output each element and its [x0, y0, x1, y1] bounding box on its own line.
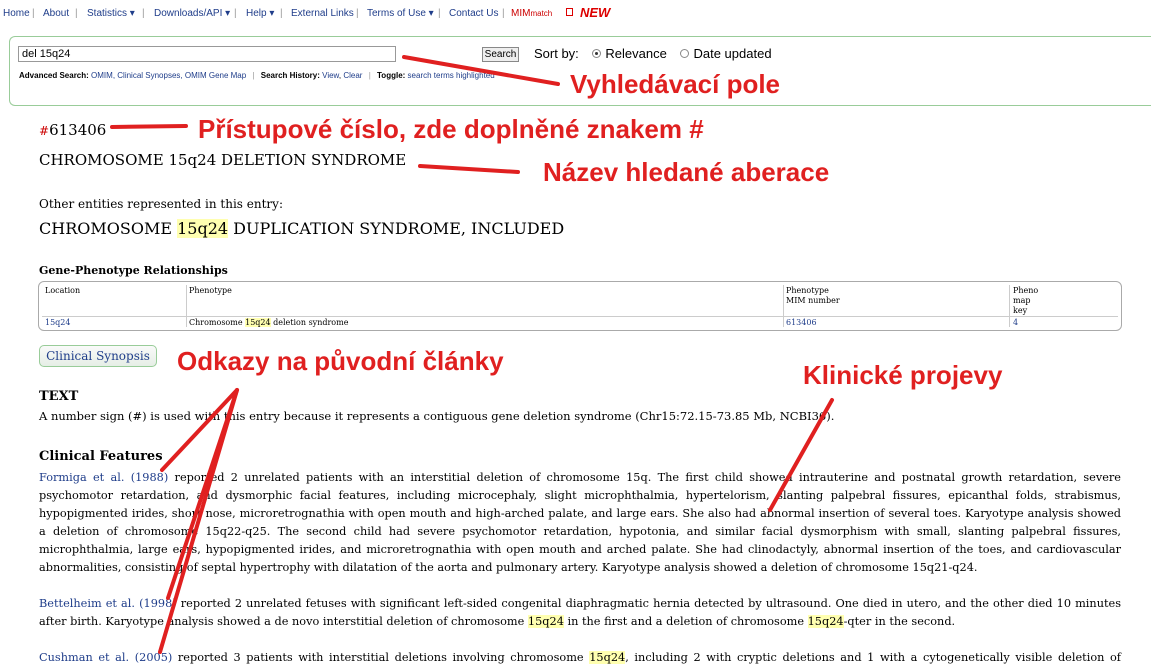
sort-relevance-radio[interactable]: [592, 49, 602, 58]
advanced-search-bar: Advanced Search: OMIM, Clinical Synopses…: [19, 71, 495, 80]
col-location: Location: [45, 286, 81, 295]
column-divider: [783, 285, 784, 327]
gene-phenotype-heading: Gene-Phenotype Relationships: [39, 264, 228, 277]
clinical-features-heading: Clinical Features: [39, 449, 163, 464]
nav-about[interactable]: About: [43, 8, 69, 19]
sort-by: Sort by: Relevance Date updated: [534, 46, 772, 61]
nav-separator: |: [142, 8, 145, 19]
col-key-line1: Pheno: [1013, 286, 1039, 295]
search-highlight: 15q24: [527, 615, 564, 628]
nav-statistics[interactable]: Statistics ▾: [87, 8, 135, 19]
toggle-label: Toggle:: [377, 71, 406, 80]
history-clear-link[interactable]: Clear: [343, 71, 362, 80]
new-badge: NEW: [580, 5, 611, 20]
col-mim-number: Phenotype MIM number: [786, 286, 840, 306]
arrow-ref-1: [160, 388, 239, 472]
col-pheno-key: Pheno map key: [1013, 286, 1038, 316]
other-entities-label: Other entities represented in this entry…: [39, 197, 283, 211]
clinical-paragraph-3: Cushman et al. (2005) reported 3 patient…: [39, 649, 1121, 667]
entry-title: CHROMOSOME 15q24 DELETION SYNDROME: [39, 151, 407, 169]
paragraph-text: in the first and a deletion of chromosom…: [563, 615, 808, 628]
search-highlight: 15q24: [245, 318, 271, 327]
mimmatch-small: match: [530, 9, 553, 18]
nav-home[interactable]: Home: [3, 8, 30, 19]
included-pre: CHROMOSOME: [39, 219, 178, 238]
nav-contact[interactable]: Contact Us: [449, 8, 498, 19]
reference-link[interactable]: Bettelheim et al. (1998): [39, 597, 177, 610]
clinical-paragraph-2: Bettelheim et al. (1998) reported 2 unre…: [39, 595, 1121, 631]
gene-phenotype-table: Location Phenotype Phenotype MIM number P…: [38, 281, 1122, 331]
advanced-label: Advanced Search:: [19, 71, 89, 80]
col-key-line3: key: [1013, 306, 1028, 315]
top-navigation: Home | About | Statistics ▾ | Downloads/…: [0, 5, 1151, 23]
search-input[interactable]: [18, 46, 396, 62]
nav-terms[interactable]: Terms of Use ▾: [367, 8, 434, 19]
arrow-aberration: [418, 164, 520, 174]
sort-label: Sort by:: [534, 46, 579, 61]
column-divider: [1009, 285, 1010, 327]
arrow-access-number: [110, 124, 188, 129]
reference-link[interactable]: Cushman et al. (2005): [39, 651, 172, 664]
nav-separator: |: [356, 8, 359, 19]
search-button[interactable]: Search: [482, 47, 519, 62]
row-mim-link[interactable]: 613406: [786, 318, 817, 328]
advanced-links[interactable]: OMIM, Clinical Synopses, OMIM Gene Map: [91, 71, 246, 80]
hash-prefix: #: [39, 124, 50, 138]
row-pheno-pre: Chromosome: [189, 318, 246, 327]
paragraph-text: reported 3 patients with interstitial de…: [172, 651, 590, 664]
col-phenotype: Phenotype: [189, 286, 232, 295]
sort-date-label[interactable]: Date updated: [693, 46, 771, 61]
separator: |: [368, 71, 371, 80]
nav-separator: |: [75, 8, 78, 19]
mim-number: #613406: [39, 121, 106, 139]
row-location-link[interactable]: 15q24: [45, 318, 70, 328]
nav-mimmatch[interactable]: MIMmatch: [511, 8, 552, 19]
nav-separator: |: [234, 8, 237, 19]
separator: |: [252, 71, 255, 80]
header-divider: [42, 316, 1118, 317]
nav-external-links[interactable]: External Links: [291, 8, 354, 19]
row-phenotype: Chromosome 15q24 deletion syndrome: [189, 318, 348, 328]
included-post: DUPLICATION SYNDROME, INCLUDED: [228, 219, 565, 238]
nav-separator: |: [280, 8, 283, 19]
nav-help[interactable]: Help ▾: [246, 8, 274, 19]
clinical-paragraph-1: Formiga et al. (1988) reported 2 unrelat…: [39, 469, 1121, 577]
row-key-link[interactable]: 4: [1013, 318, 1018, 328]
mim-number-value: 613406: [49, 121, 107, 139]
col-mim-line2: MIM number: [786, 296, 840, 305]
mimmatch-main: MIM: [511, 8, 531, 19]
mail-icon: [566, 8, 573, 16]
row-pheno-post: deletion syndrome: [270, 318, 349, 327]
search-highlight: 15q24: [177, 219, 229, 238]
nav-separator: |: [438, 8, 441, 19]
history-view-link[interactable]: View: [322, 71, 339, 80]
annotation-aberration-name: Název hledané aberace: [543, 157, 830, 187]
included-title: CHROMOSOME 15q24 DUPLICATION SYNDROME, I…: [39, 219, 564, 238]
sort-relevance-label[interactable]: Relevance: [605, 46, 666, 61]
text-heading: TEXT: [39, 389, 79, 404]
sort-date-radio[interactable]: [680, 49, 690, 58]
nav-downloads[interactable]: Downloads/API ▾: [154, 8, 230, 19]
search-highlight: 15q24: [807, 615, 844, 628]
reference-link[interactable]: Formiga et al. (1988): [39, 471, 168, 484]
col-key-line2: map: [1013, 296, 1031, 305]
clinical-synopsis-button[interactable]: Clinical Synopsis: [39, 345, 157, 367]
text-paragraph: A number sign (#) is used with this entr…: [39, 409, 835, 423]
nav-separator: |: [32, 8, 35, 19]
history-label: Search History:: [260, 71, 320, 80]
col-mim-line1: Phenotype: [786, 286, 829, 295]
paragraph-text: -qter in the second.: [843, 615, 956, 628]
annotation-search-field: Vyhledávací pole: [570, 69, 781, 99]
search-highlight: 15q24: [589, 651, 626, 664]
annotation-access-number: Přístupové číslo, zde doplněné znakem #: [198, 114, 704, 144]
column-divider: [186, 285, 187, 327]
paragraph-text: reported 2 unrelated patients with an in…: [39, 471, 1121, 574]
annotation-clinical-signs: Klinické projevy: [803, 360, 1003, 390]
annotation-references: Odkazy na původní články: [177, 346, 504, 376]
nav-separator: |: [502, 8, 505, 19]
toggle-highlight-link[interactable]: search terms highlighted: [408, 71, 495, 80]
